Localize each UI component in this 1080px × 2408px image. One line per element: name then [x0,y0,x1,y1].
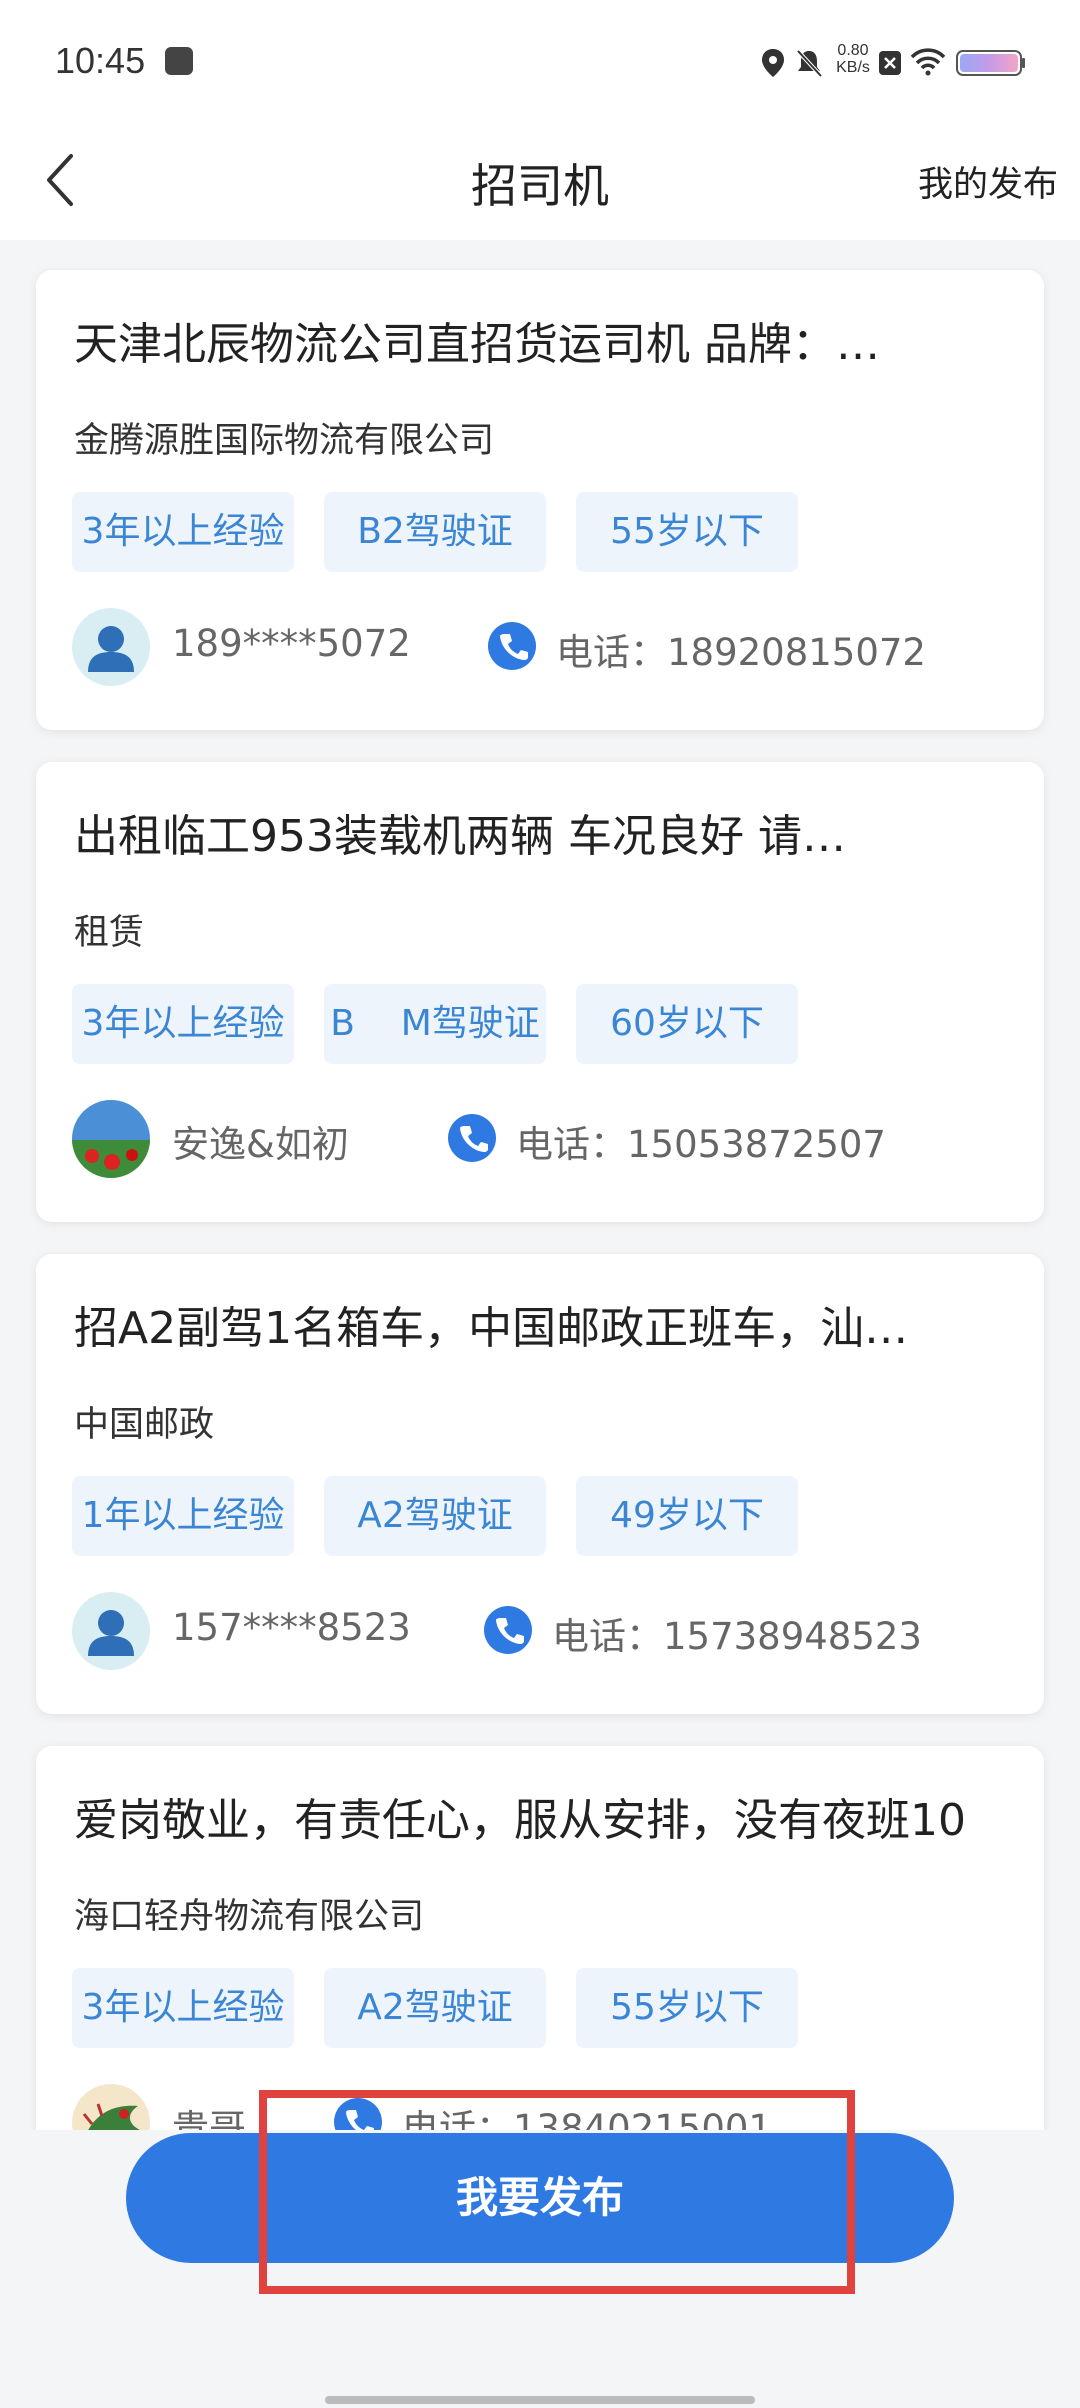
network-speed: 0.80 KB/s [836,42,870,76]
job-title: 爱岗敬业，有责任心，服从安排，没有夜班10 [74,1795,966,1846]
experience-tag: 1年以上经验 [72,1476,294,1556]
phone-number[interactable]: 电话：15053872507 [516,1114,886,1168]
home-indicator [325,2396,755,2404]
company-name: 海口轻舟物流有限公司 [74,1897,425,1937]
phone-number[interactable]: 电话：18920815072 [556,622,926,676]
dragon-avatar-icon [82,2103,140,2130]
phone-number[interactable]: 电话：15738948523 [552,1606,922,1660]
my-posts-link[interactable]: 我的发布 [918,156,1058,207]
age-tag: 55岁以下 [576,492,798,572]
user-icon [88,626,134,672]
poster-name: 安逸&如初 [172,1123,349,1166]
status-bar: 10:45 0.80 KB/s [0,0,1080,120]
experience-tag: 3年以上经验 [72,1968,294,2048]
experience-tag: 3年以上经验 [72,984,294,1064]
status-time: 10:45 [55,40,146,81]
avatar [72,2084,150,2130]
phone-icon[interactable] [448,1114,496,1162]
avatar [72,608,150,686]
job-title: 招A2副驾1名箱车，中国邮政正班车，汕… [74,1303,909,1354]
status-icons: 0.80 KB/s [760,40,1030,84]
landscape-photo-icon [72,1100,150,1178]
phone-icon[interactable] [488,622,536,670]
poster-name: 189****5072 [172,622,411,665]
phone-icon[interactable] [334,2098,382,2130]
job-card[interactable]: 出租临工953装载机两辆 车况良好 请… 租赁 3年以上经验 B M驾驶证 60… [36,762,1044,1222]
company-name: 租赁 [74,913,145,953]
company-name: 中国邮政 [74,1405,215,1445]
nav-header: 招司机 我的发布 [0,120,1080,240]
poster-name: 贵哥 [172,2107,246,2130]
location-icon [762,49,784,77]
sim-x-icon [879,51,901,75]
job-list[interactable]: 天津北辰物流公司直招货运司机 品牌：… 金腾源胜国际物流有限公司 3年以上经验 … [0,240,1080,2130]
age-tag: 49岁以下 [576,1476,798,1556]
wifi-icon [910,48,946,76]
publish-button[interactable]: 我要发布 [126,2133,954,2263]
experience-tag: 3年以上经验 [72,492,294,572]
job-card[interactable]: 招A2副驾1名箱车，中国邮政正班车，汕… 中国邮政 1年以上经验 A2驾驶证 4… [36,1254,1044,1714]
age-tag: 55岁以下 [576,1968,798,2048]
poster-name: 157****8523 [172,1606,411,1649]
job-title: 天津北辰物流公司直招货运司机 品牌：… [74,319,880,370]
job-title: 出租临工953装载机两辆 车况良好 请… [74,811,846,862]
avatar [72,1592,150,1670]
user-icon [88,1610,134,1656]
message-notification-icon [165,47,193,75]
avatar [72,1100,150,1178]
license-tag: A2驾驶证 [324,1968,546,2048]
phone-icon[interactable] [484,1606,532,1654]
job-card[interactable]: 天津北辰物流公司直招货运司机 品牌：… 金腾源胜国际物流有限公司 3年以上经验 … [36,270,1044,730]
company-name: 金腾源胜国际物流有限公司 [74,421,495,461]
job-card[interactable]: 爱岗敬业，有责任心，服从安排，没有夜班10 海口轻舟物流有限公司 3年以上经验 … [36,1746,1044,2130]
phone-number[interactable]: 电话：13840215001 [402,2098,772,2130]
license-tag: B2驾驶证 [324,492,546,572]
battery-icon [956,50,1025,76]
age-tag: 60岁以下 [576,984,798,1064]
mute-bell-icon [796,49,823,78]
license-tag: A2驾驶证 [324,1476,546,1556]
license-tag: B M驾驶证 [324,984,546,1064]
